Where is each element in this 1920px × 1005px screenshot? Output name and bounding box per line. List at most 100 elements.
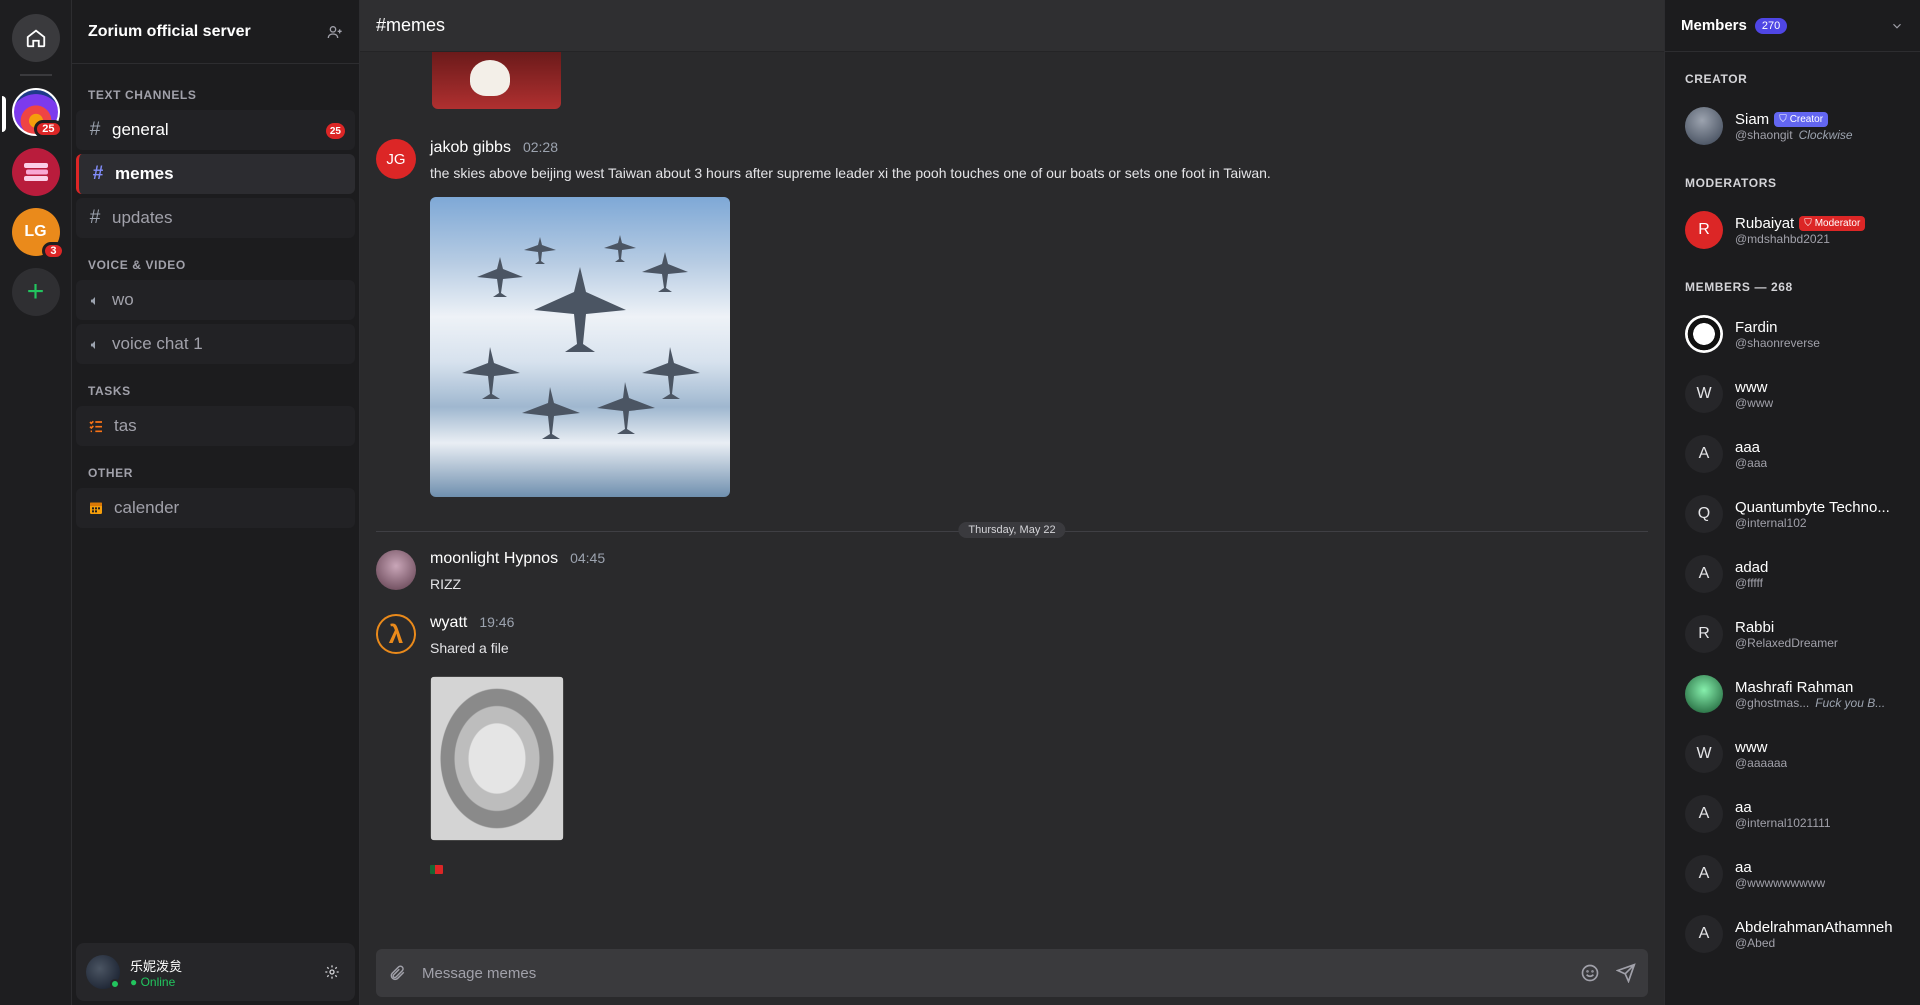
member-handle: @internal102 [1735, 515, 1807, 530]
member-item[interactable]: W www @aaaaaa [1677, 724, 1908, 784]
member-item[interactable]: Siam ⛉ Creator @shaongit Clockwise [1677, 96, 1908, 156]
channel-tas[interactable]: tas [76, 406, 355, 446]
members-title: Members [1681, 17, 1747, 34]
cropped-image[interactable] [432, 52, 561, 109]
channel-voice-chat-1[interactable]: 🔈︎ voice chat 1 [76, 324, 355, 364]
channel-label: tas [114, 416, 137, 435]
paperclip-icon[interactable] [388, 964, 406, 982]
member-item[interactable]: W www @www [1677, 364, 1908, 424]
gear-icon [325, 965, 339, 979]
member-name: AbdelrahmanAthamneh [1735, 918, 1893, 936]
user-panel: 乐妮泼炱 ● Online [76, 943, 355, 1001]
member-item[interactable]: R Rabbi @RelaxedDreamer [1677, 604, 1908, 664]
user-info: 乐妮泼炱 ● Online [130, 956, 309, 989]
category-text-channels[interactable]: TEXT CHANNELS [76, 72, 355, 110]
member-item[interactable]: Mashrafi Rahman @ghostmas... Fuck you B..… [1677, 664, 1908, 724]
category-tasks[interactable]: TASKS [76, 368, 355, 406]
send-icon[interactable] [1616, 963, 1636, 983]
member-handle: @internal1021111 [1735, 815, 1831, 830]
member-item[interactable]: A aa @wwwwwwwww [1677, 844, 1908, 904]
channel-calender[interactable]: calender [76, 488, 355, 528]
channel-updates[interactable]: # updates [76, 198, 355, 238]
message-author[interactable]: moonlight Hypnos [430, 550, 558, 568]
avatar: A [1685, 795, 1723, 833]
message-image[interactable] [430, 197, 730, 497]
lambda-icon[interactable]: λ [376, 614, 416, 654]
add-server-button[interactable]: + [11, 268, 60, 316]
message-header: moonlight Hypnos 04:45 [430, 550, 605, 568]
channel-general[interactable]: # general 25 [76, 110, 355, 150]
member-status: Clockwise [1798, 127, 1853, 142]
avatar: R [1685, 615, 1723, 653]
user-status: ● Online [130, 974, 176, 989]
message-header: wyatt 19:46 [430, 614, 564, 632]
channel-wo[interactable]: 🔈︎ wo [76, 280, 355, 320]
member-handle: @fffff [1735, 575, 1763, 590]
server-zorium[interactable]: 25 [1, 88, 63, 138]
category-voice-video[interactable]: VOICE & VIDEO [76, 242, 355, 280]
members-count-badge: 270 [1754, 17, 1788, 34]
avatar[interactable]: JG [376, 139, 416, 179]
member-name: adad [1735, 558, 1769, 576]
member-item[interactable]: R Rubaiyat ⛉ Moderator @mdshahbd2021 [1677, 200, 1908, 260]
speaker-icon: 🔈︎ [90, 291, 100, 308]
member-item[interactable]: Fardin @shaonreverse [1677, 304, 1908, 364]
chevron-down-icon[interactable] [1890, 19, 1904, 33]
member-info: Rubaiyat ⛉ Moderator @mdshahbd2021 [1735, 215, 1866, 246]
member-name: Siam [1735, 110, 1770, 128]
member-item[interactable]: A AbdelrahmanAthamneh @Abed [1677, 904, 1908, 964]
calendar-icon [90, 502, 102, 514]
message-list[interactable]: JG jakob gibbs 02:28 the skies above bei… [360, 52, 1664, 949]
message-author[interactable]: jakob gibbs [430, 139, 511, 157]
avatar: Q [1685, 495, 1723, 533]
category-moderators: MODERATORS [1685, 176, 1777, 190]
channel-label: memes [115, 164, 174, 183]
home-icon [26, 29, 45, 48]
member-info: aa @wwwwwwwww [1735, 859, 1825, 890]
settings-button[interactable] [319, 959, 345, 985]
chat-area: #memes JG jakob gibbs 02:28 the skies ab… [360, 0, 1664, 1005]
member-name: www [1735, 378, 1768, 396]
message: moonlight Hypnos 04:45 RIZZ [376, 550, 1648, 592]
member-handle: @mdshahbd2021 [1735, 231, 1830, 246]
category-members: MEMBERS — 268 [1685, 280, 1793, 294]
task-list-icon [89, 420, 102, 433]
server-header[interactable]: Zorium official server [72, 0, 359, 64]
role-label: Creator [1789, 113, 1824, 125]
home-button[interactable] [11, 14, 60, 62]
member-info: AbdelrahmanAthamneh @Abed [1735, 919, 1893, 950]
add-user-icon[interactable] [327, 24, 343, 40]
members-header[interactable]: Members 270 [1665, 0, 1920, 52]
channel-memes[interactable]: # memes [76, 154, 355, 194]
message-time: 02:28 [522, 139, 558, 155]
member-item[interactable]: A adad @fffff [1677, 544, 1908, 604]
avatar[interactable] [86, 955, 120, 989]
user-name: 乐妮泼炱 [130, 958, 183, 974]
message-body: moonlight Hypnos 04:45 RIZZ [430, 550, 605, 592]
member-info: www @www [1735, 379, 1773, 410]
server-lg[interactable]: LG 3 [11, 208, 65, 260]
member-handle: @aaa [1735, 455, 1768, 470]
app-root: 25 LG 3 + Zorium official server TEXT CH… [0, 0, 1920, 1005]
member-handle: @wwwwwwwww [1735, 875, 1826, 890]
member-info: adad @fffff [1735, 559, 1768, 590]
avatar [1685, 315, 1723, 353]
emoji-icon[interactable] [1580, 963, 1600, 983]
plus-icon: + [26, 275, 45, 308]
message: JG jakob gibbs 02:28 the skies above bei… [376, 139, 1648, 497]
unread-badge: 25 [325, 123, 345, 139]
message-input[interactable] [422, 964, 1564, 982]
message-image[interactable] [430, 676, 564, 841]
jets-illustration [462, 235, 700, 439]
category-other[interactable]: OTHER [76, 450, 355, 488]
rail-divider [19, 74, 52, 76]
message-composer [376, 949, 1648, 997]
avatar[interactable] [376, 550, 416, 590]
message-author[interactable]: wyatt [430, 614, 467, 632]
avatar-initials: JG [386, 150, 406, 168]
server-books[interactable] [11, 148, 60, 196]
member-item[interactable]: A aaa @aaa [1677, 424, 1908, 484]
member-item[interactable]: Q Quantumbyte Techno... @internal102 [1677, 484, 1908, 544]
previous-image[interactable] [432, 52, 1648, 109]
member-item[interactable]: A aa @internal1021111 [1677, 784, 1908, 844]
